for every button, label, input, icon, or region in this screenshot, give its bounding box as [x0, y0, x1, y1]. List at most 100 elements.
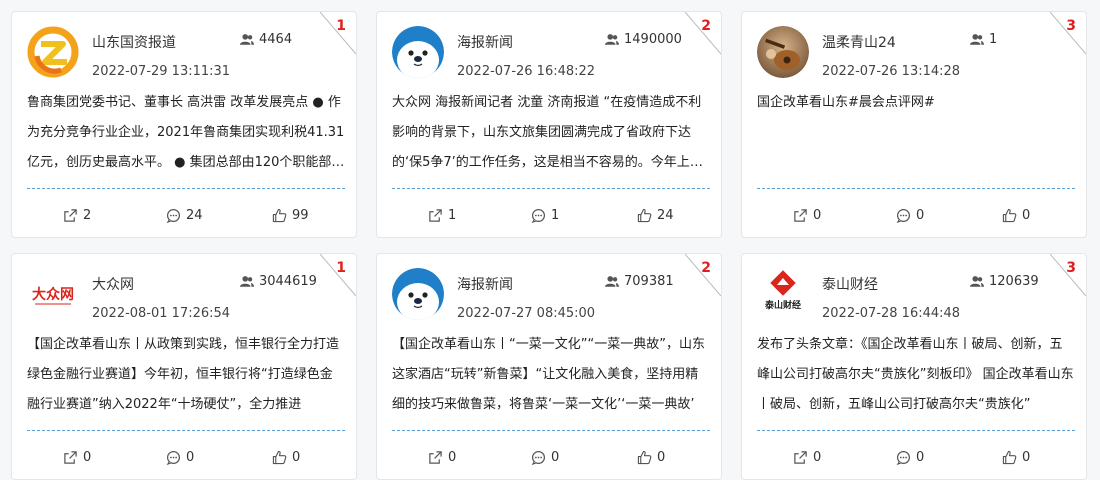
follower-count: 1 — [970, 32, 997, 47]
share-stat[interactable]: 0 — [793, 208, 821, 223]
post-card[interactable]: 海报新闻 1490000 2022-07-26 16:48:22 2 大众网 海… — [376, 11, 722, 238]
account-name[interactable]: 大众网 — [92, 274, 134, 294]
post-card[interactable]: 海报新闻 709381 2022-07-27 08:45:00 2 【国企改革看… — [376, 253, 722, 480]
users-icon — [605, 34, 619, 45]
follower-count: 3044619 — [240, 274, 317, 289]
divider — [757, 188, 1075, 189]
account-name[interactable]: 海报新闻 — [457, 32, 513, 52]
account-name[interactable]: 泰山财经 — [822, 274, 878, 294]
like-stat[interactable]: 0 — [1002, 450, 1030, 465]
post-stats: 0 0 0 — [377, 450, 721, 470]
seal-mascot-icon — [392, 26, 444, 78]
comment-icon — [166, 450, 181, 465]
post-stats: 2 24 99 — [12, 208, 356, 228]
comment-count: 24 — [186, 208, 203, 223]
share-stat[interactable]: 0 — [793, 450, 821, 465]
like-stat[interactable]: 24 — [637, 208, 674, 223]
follower-count-value: 1 — [989, 32, 998, 47]
share-icon — [64, 451, 77, 464]
comment-stat[interactable]: 0 — [531, 450, 559, 465]
share-stat[interactable]: 2 — [63, 208, 91, 223]
share-stat[interactable]: 0 — [428, 450, 456, 465]
avatar[interactable]: 泰山财经 — [757, 268, 809, 320]
post-time: 2022-08-01 17:26:54 — [92, 306, 231, 321]
like-stat[interactable]: 0 — [637, 450, 665, 465]
rank-badge: 1 — [336, 260, 346, 276]
post-content[interactable]: 【国企改革看山东丨“一菜一文化”“一菜一典故”，山东这家酒店“玩转”新鲁菜】“让… — [392, 330, 710, 420]
rank-badge: 2 — [701, 260, 711, 276]
follower-count-value: 3044619 — [259, 274, 317, 289]
account-name[interactable]: 海报新闻 — [457, 274, 513, 294]
thumbs-up-icon — [637, 450, 652, 465]
post-content[interactable]: 【国企改革看山东丨从政策到实践，恒丰银行全力打造绿色金融行业赛道】今年初，恒丰银… — [27, 330, 345, 420]
post-time: 2022-07-26 16:48:22 — [457, 64, 596, 79]
seal-mascot-icon — [392, 268, 444, 320]
post-time: 2022-07-28 16:44:48 — [822, 306, 961, 321]
post-content[interactable]: 鲁商集团党委书记、董事长 高洪雷 改革发展亮点 ● 作为充分竞争行业企业，202… — [27, 88, 345, 178]
avatar[interactable] — [392, 26, 444, 78]
share-icon — [429, 209, 442, 222]
share-stat[interactable]: 0 — [63, 450, 91, 465]
post-stats: 0 0 0 — [742, 450, 1086, 470]
share-count: 2 — [83, 208, 92, 223]
users-icon — [605, 276, 619, 287]
share-icon — [64, 209, 77, 222]
guitar-photo-icon — [757, 26, 809, 78]
divider — [392, 188, 710, 189]
divider — [27, 188, 345, 189]
users-icon — [970, 276, 984, 287]
post-time: 2022-07-29 13:11:31 — [92, 64, 231, 79]
comment-stat[interactable]: 0 — [166, 450, 194, 465]
post-card[interactable]: 大众网 大众网 3044619 2022-08-01 17:26:54 1 【国… — [11, 253, 357, 480]
avatar[interactable] — [392, 268, 444, 320]
share-count: 1 — [448, 208, 457, 223]
post-stats: 0 0 0 — [12, 450, 356, 470]
follower-count: 4464 — [240, 32, 292, 47]
comment-stat[interactable]: 0 — [896, 208, 924, 223]
post-stats: 1 1 24 — [377, 208, 721, 228]
divider — [27, 430, 345, 431]
share-stat[interactable]: 1 — [428, 208, 456, 223]
post-card[interactable]: 温柔青山24 1 2022-07-26 13:14:28 3 国企改革看山东#晨… — [741, 11, 1087, 238]
post-card[interactable]: 山东国资报道 4464 2022-07-29 13:11:31 1 鲁商集团党委… — [11, 11, 357, 238]
share-count: 0 — [813, 450, 822, 465]
account-name[interactable]: 山东国资报道 — [92, 32, 176, 52]
avatar[interactable]: 大众网 — [27, 268, 79, 320]
post-time: 2022-07-27 08:45:00 — [457, 306, 596, 321]
like-count: 0 — [1022, 450, 1031, 465]
share-icon — [794, 209, 807, 222]
share-count: 0 — [813, 208, 822, 223]
like-stat[interactable]: 99 — [272, 208, 309, 223]
share-icon — [794, 451, 807, 464]
share-count: 0 — [448, 450, 457, 465]
account-name[interactable]: 温柔青山24 — [822, 32, 896, 52]
dzw-logo-icon: 大众网 — [27, 268, 79, 320]
avatar[interactable] — [757, 26, 809, 78]
post-content[interactable]: 大众网 海报新闻记者 沈童 济南报道 “在疫情造成不利影响的背景下，山东文旅集团… — [392, 88, 710, 178]
like-stat[interactable]: 0 — [1002, 208, 1030, 223]
comment-icon — [166, 208, 181, 223]
comment-stat[interactable]: 1 — [531, 208, 559, 223]
follower-count: 1490000 — [605, 32, 682, 47]
comment-icon — [896, 208, 911, 223]
post-card[interactable]: 泰山财经 泰山财经 120639 2022-07-28 16:44:48 3 发… — [741, 253, 1087, 480]
avatar[interactable] — [27, 26, 79, 78]
svg-text:泰山财经: 泰山财经 — [764, 299, 801, 311]
comment-stat[interactable]: 24 — [166, 208, 203, 223]
thumbs-up-icon — [1002, 208, 1017, 223]
comment-count: 0 — [916, 450, 925, 465]
comment-icon — [531, 208, 546, 223]
rank-badge: 3 — [1066, 18, 1076, 34]
thumbs-up-icon — [272, 208, 287, 223]
thumbs-up-icon — [637, 208, 652, 223]
comment-count: 0 — [916, 208, 925, 223]
thumbs-up-icon — [272, 450, 287, 465]
comment-count: 0 — [551, 450, 560, 465]
post-content[interactable]: 发布了头条文章：《国企改革看山东丨破局、创新，五峰山公司打破高尔夫“贵族化”刻板… — [757, 330, 1075, 420]
rank-badge: 3 — [1066, 260, 1076, 276]
rank-badge: 1 — [336, 18, 346, 34]
users-icon — [240, 276, 254, 287]
comment-stat[interactable]: 0 — [896, 450, 924, 465]
like-stat[interactable]: 0 — [272, 450, 300, 465]
post-content[interactable]: 国企改革看山东#晨会点评网# — [757, 88, 1075, 178]
